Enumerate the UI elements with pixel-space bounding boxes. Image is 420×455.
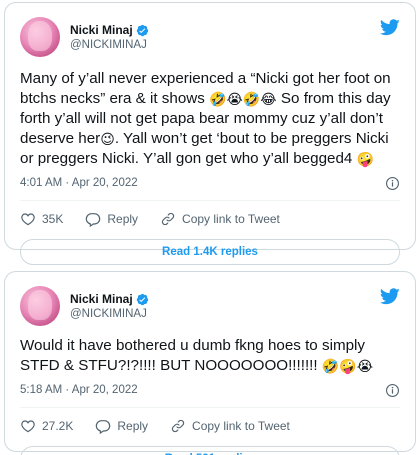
reply-label: Reply <box>107 212 139 226</box>
copy-link-button[interactable]: Copy link to Tweet <box>170 418 290 434</box>
divider <box>20 407 400 408</box>
emoji-group: 🤣😭🤣😂 <box>209 92 277 108</box>
emoji-group: 🤣🤪😭 <box>321 359 374 375</box>
reply-button[interactable]: Reply <box>85 211 138 227</box>
timestamp[interactable]: 4:01 AM · Apr 20, 2022 <box>20 177 138 189</box>
divider <box>20 200 400 201</box>
handle[interactable]: @NICKIMINAJ <box>70 39 149 51</box>
tweet-header: Nicki Minaj @NICKIMINAJ <box>20 284 400 328</box>
heart-icon <box>21 213 35 226</box>
verified-badge-icon <box>136 293 148 305</box>
action-bar: 35K Reply Copy link to Tweet <box>20 203 400 235</box>
author-names: Nicki Minaj @NICKIMINAJ <box>70 23 149 51</box>
tweet-meta: 5:18 AM · Apr 20, 2022 <box>20 381 400 399</box>
display-name[interactable]: Nicki Minaj <box>70 23 133 37</box>
avatar[interactable] <box>20 286 60 326</box>
info-icon[interactable] <box>385 176 400 191</box>
author-names: Nicki Minaj @NICKIMINAJ <box>70 292 149 320</box>
copy-link-button[interactable]: Copy link to Tweet <box>160 211 280 227</box>
timestamp[interactable]: 5:18 AM · Apr 20, 2022 <box>20 384 138 396</box>
like-count: 27.2K <box>42 419 74 433</box>
link-icon <box>171 419 185 433</box>
like-button[interactable]: 27.2K <box>20 418 73 434</box>
emoji-group: 😉 <box>100 132 115 148</box>
tweet-header: Nicki Minaj @NICKIMINAJ <box>20 15 400 59</box>
copy-link-label: Copy link to Tweet <box>192 419 290 433</box>
twitter-bird-icon[interactable] <box>380 288 400 305</box>
emoji-group: 🤪 <box>356 152 375 168</box>
tweet-text: Would it have bothered u dumb fkng hoes … <box>20 336 400 376</box>
reply-icon <box>86 213 101 227</box>
copy-link-label: Copy link to Tweet <box>182 212 280 226</box>
display-name[interactable]: Nicki Minaj <box>70 292 133 306</box>
read-replies-button[interactable]: Read 1.4K replies <box>20 239 400 265</box>
like-count: 35K <box>42 212 64 226</box>
tweet-card-1[interactable]: Nicki Minaj @NICKIMINAJ Many of y’all ne… <box>4 2 416 265</box>
like-button[interactable]: 35K <box>20 211 63 227</box>
verified-badge-icon <box>136 24 148 36</box>
heart-icon <box>21 420 35 433</box>
reply-label: Reply <box>117 419 149 433</box>
handle[interactable]: @NICKIMINAJ <box>70 308 149 320</box>
tweet-text: Many of y’all never experienced a “Nicki… <box>20 69 400 169</box>
link-icon <box>161 212 175 226</box>
avatar[interactable] <box>20 17 60 57</box>
twitter-bird-icon[interactable] <box>380 19 400 36</box>
reply-button[interactable]: Reply <box>95 418 148 434</box>
tweet-text-part: Would it have bothered u dumb fkng hoes … <box>20 337 366 374</box>
reply-icon <box>96 420 111 434</box>
action-bar: 27.2K Reply Copy link to Tweet <box>20 410 400 442</box>
info-icon[interactable] <box>385 383 400 398</box>
tweet-card-2[interactable]: Nicki Minaj @NICKIMINAJ Would it have bo… <box>4 271 416 455</box>
tweet-meta: 4:01 AM · Apr 20, 2022 <box>20 174 400 192</box>
read-replies-button[interactable]: Read 591 replies <box>20 446 400 455</box>
